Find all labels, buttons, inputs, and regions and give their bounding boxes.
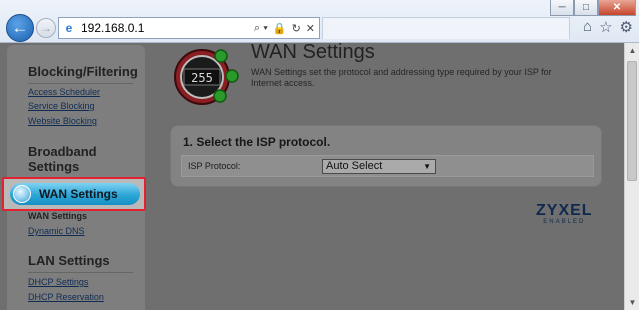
forward-button[interactable]: → — [36, 18, 56, 38]
isp-section-title: 1. Select the ISP protocol. — [183, 135, 331, 149]
sidebar-item-wan-settings[interactable]: WAN Settings — [2, 177, 146, 211]
sidebar-link-service-blocking[interactable]: Service Blocking — [28, 101, 95, 111]
divider — [28, 83, 133, 84]
page-viewport: Blocking/Filtering Access Scheduler Serv… — [0, 43, 624, 310]
address-bar[interactable]: e 192.168.0.1 ⌕ ▾ 🔒 ↻ ✕ — [58, 17, 320, 39]
address-tools: ⌕ ▾ 🔒 ↻ ✕ — [254, 22, 319, 35]
isp-protocol-value: Auto Select — [326, 160, 383, 172]
home-icon[interactable]: ⌂ — [583, 18, 592, 36]
back-button[interactable]: ← — [6, 14, 34, 42]
window-controls: ─ □ ✕ — [550, 0, 636, 16]
page-description: WAN Settings set the protocol and addres… — [251, 67, 552, 88]
sidebar-item-label: WAN Settings — [39, 187, 118, 201]
stop-icon[interactable]: ✕ — [306, 22, 315, 35]
scrollbar-thumb[interactable] — [627, 61, 637, 181]
sidebar-link-dhcp-settings[interactable]: DHCP Settings — [28, 277, 88, 287]
page-title: WAN Settings — [251, 43, 375, 63]
ie-page-icon: e — [65, 21, 73, 35]
sidebar-heading-broadband-line1: Broadband — [28, 144, 97, 159]
sidebar-link-dhcp-reservation[interactable]: DHCP Reservation — [28, 292, 104, 302]
star-icon[interactable]: ☆ — [599, 18, 612, 36]
search-dropdown-icon[interactable]: ⌕ ▾ — [254, 22, 268, 35]
logo-text: 255 — [191, 71, 213, 85]
isp-protocol-label: ISP Protocol: — [188, 161, 241, 171]
gear-icon[interactable]: ⚙ — [620, 18, 633, 36]
close-window-button[interactable]: ✕ — [598, 0, 636, 16]
vertical-scrollbar[interactable]: ▲ ▼ — [624, 43, 639, 310]
maximize-button[interactable]: □ — [574, 0, 598, 16]
lock-icon[interactable]: 🔒 — [273, 22, 287, 35]
sidebar-heading-broadband[interactable]: Broadband Settings — [28, 144, 97, 174]
dropdown-arrow-icon: ▼ — [423, 162, 431, 171]
brand-tagline: ENABLED — [543, 219, 586, 225]
sidebar-link-access-scheduler[interactable]: Access Scheduler — [28, 87, 100, 97]
sidebar-heading-lan[interactable]: LAN Settings — [28, 253, 110, 268]
wan-settings-pill[interactable]: WAN Settings — [10, 183, 140, 205]
sidebar-heading-blocking: Blocking/Filtering — [28, 64, 138, 79]
isp-protocol-panel: 1. Select the ISP protocol. ISP Protocol… — [170, 125, 602, 187]
divider — [28, 272, 133, 273]
brand-name: ZYXEL — [536, 202, 593, 219]
sidebar-link-dynamic-dns[interactable]: Dynamic DNS — [28, 226, 85, 236]
arrow-left-icon: ← — [11, 18, 29, 37]
scroll-down-icon[interactable]: ▼ — [625, 298, 639, 307]
scroll-up-icon[interactable]: ▲ — [625, 46, 639, 55]
toolbar-icons: ⌂ ☆ ⚙ — [583, 18, 633, 36]
wan-logo: 255 — [174, 49, 239, 105]
arrow-right-icon: → — [40, 21, 52, 35]
sidebar-current-sub: WAN Settings — [28, 211, 88, 221]
globe-icon — [13, 185, 31, 203]
browser-chrome: ─ □ ✕ ← → e 192.168.0.1 ⌕ ▾ 🔒 ↻ ✕ ⌂ ☆ ⚙ — [0, 0, 639, 43]
zyxel-logo: ZYXEL ENABLED — [536, 202, 593, 226]
browser-tab[interactable] — [322, 17, 570, 39]
address-text[interactable]: 192.168.0.1 — [81, 21, 254, 35]
sidebar-link-website-blocking[interactable]: Website Blocking — [28, 116, 97, 126]
refresh-icon[interactable]: ↻ — [292, 22, 301, 35]
isp-protocol-row: ISP Protocol: Auto Select ▼ — [181, 155, 594, 177]
isp-protocol-select[interactable]: Auto Select ▼ — [322, 159, 436, 174]
minimize-button[interactable]: ─ — [550, 0, 574, 16]
sidebar-heading-broadband-line2: Settings — [28, 159, 80, 174]
